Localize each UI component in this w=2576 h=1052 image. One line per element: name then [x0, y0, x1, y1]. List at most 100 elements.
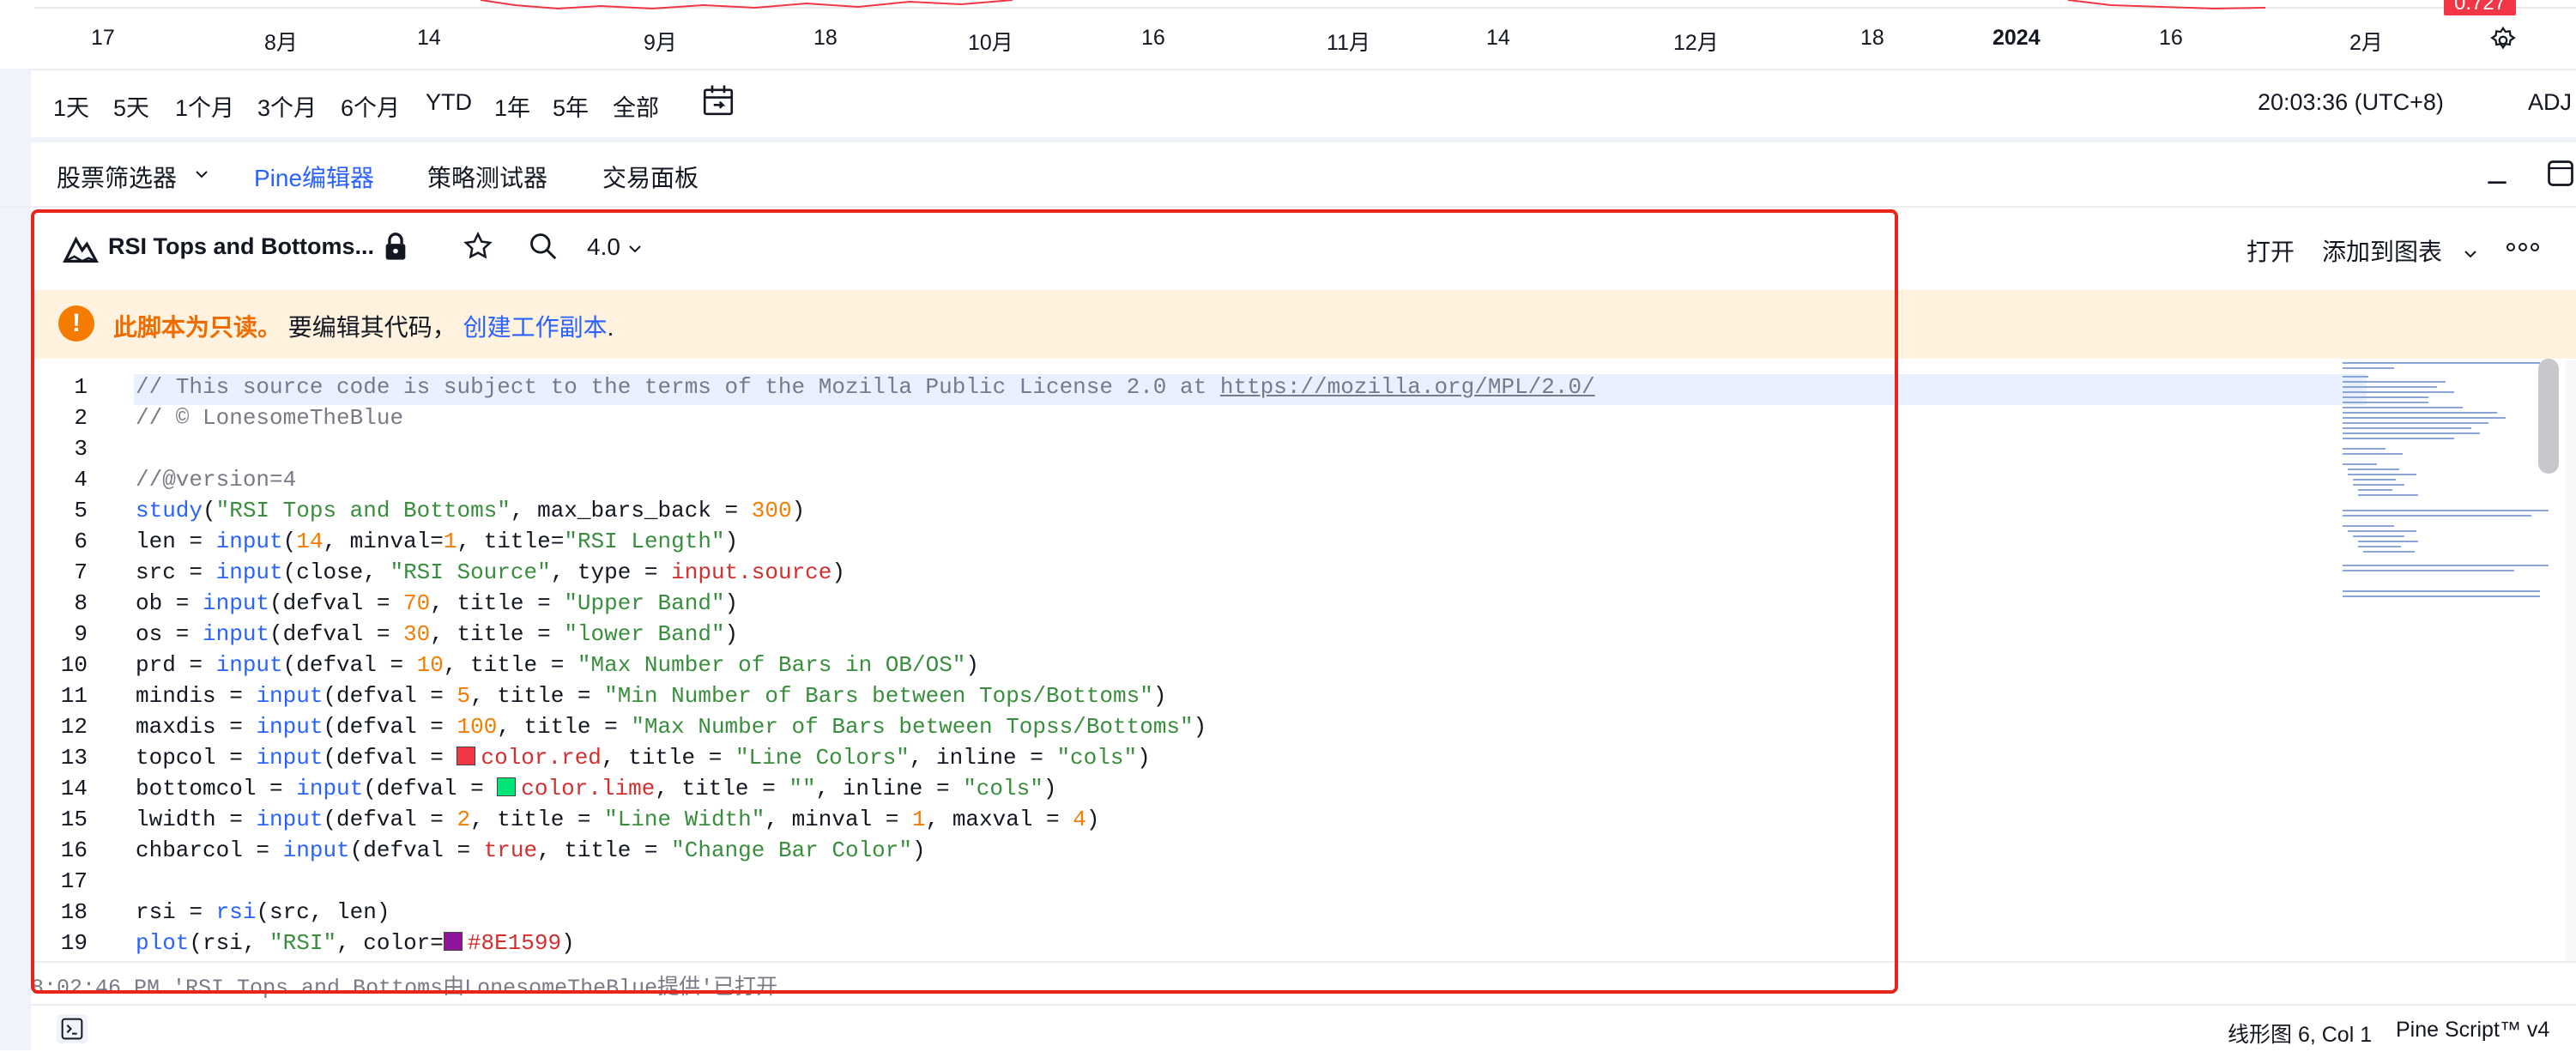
code-line: maxdis = input(defval = 100, title = "Ma… — [136, 714, 1207, 740]
minimize-icon[interactable] — [2483, 160, 2511, 187]
time-tick: 17 — [91, 26, 115, 50]
tab-strategy-tester[interactable]: 策略测试器 — [427, 160, 547, 194]
code-line: rsi = rsi(src, len) — [136, 899, 390, 925]
range-1d-button[interactable]: 1天 — [53, 89, 89, 123]
time-tick: 2月 — [2349, 31, 2383, 55]
code-editor[interactable]: 1 2 3 4 5 6 7 8 9 10 11 12 13 14 15 16 1… — [31, 359, 2576, 961]
code-line: // This source code is subject to the te… — [136, 374, 1595, 400]
time-tick: 18 — [1860, 26, 1884, 50]
line-number: 6 — [74, 529, 88, 554]
cursor-position[interactable]: 线形图 6, Col 1 — [2228, 1018, 2372, 1049]
line-number: 7 — [74, 559, 88, 585]
line-number: 16 — [60, 837, 88, 863]
line-number: 3 — [74, 436, 88, 462]
line-number: 4 — [74, 467, 88, 493]
search-icon[interactable] — [527, 230, 559, 263]
create-copy-link[interactable]: 创建工作副本 — [463, 314, 608, 341]
readonly-warning-banner: ! 此脚本为只读。 要编辑其代码， 创建工作副本. — [31, 290, 2576, 359]
line-number: 13 — [60, 745, 88, 771]
star-icon[interactable] — [462, 230, 494, 263]
editor-header: RSI Tops and Bottoms... 4.0 打开 添加到图表 — [31, 208, 2576, 290]
code-line: os = input(defval = 30, title = "lower B… — [136, 621, 739, 647]
open-button[interactable]: 打开 — [2246, 233, 2295, 268]
price-badge: 0.727 — [2444, 0, 2516, 15]
left-gutter — [0, 69, 31, 1050]
warning-text: 此脚本为只读。 要编辑其代码， 创建工作副本. — [113, 309, 614, 343]
scroll-track — [2566, 360, 2576, 961]
time-tick: 2024 — [1992, 26, 2041, 50]
code-line: chbarcol = input(defval = true, title = … — [136, 837, 926, 863]
time-tick: 10月 — [968, 31, 1013, 55]
code-line: prd = input(defval = 10, title = "Max Nu… — [136, 652, 980, 678]
code-line: study("RSI Tops and Bottoms", max_bars_b… — [136, 498, 806, 523]
code-line: //@version=4 — [136, 467, 297, 493]
range-1y-button[interactable]: 1年 — [494, 89, 530, 123]
range-3m-button[interactable]: 3个月 — [257, 89, 317, 123]
time-tick: 16 — [1141, 26, 1165, 50]
terminal-icon — [61, 1018, 83, 1040]
version-label: 4.0 — [587, 233, 620, 260]
version-dropdown[interactable]: 4.0 — [587, 233, 643, 261]
line-number: 1 — [74, 374, 88, 400]
readonly-notice: 此脚本为只读。 — [113, 314, 282, 341]
vertical-scrollbar[interactable] — [2538, 359, 2559, 474]
code-line: src = input(close, "RSI Source", type = … — [136, 559, 845, 585]
range-1m-button[interactable]: 1个月 — [175, 89, 234, 123]
maximize-icon[interactable] — [2545, 158, 2576, 189]
gear-icon[interactable] — [2488, 26, 2518, 55]
console-toggle[interactable] — [57, 1014, 88, 1043]
tab-pine-editor[interactable]: Pine编辑器 — [254, 160, 374, 194]
code-line: len = input(14, minval=1, title="RSI Len… — [136, 529, 739, 554]
code-line: // © LonesomeTheBlue — [136, 405, 404, 431]
line-number: 11 — [60, 683, 88, 709]
tab-trading-panel[interactable]: 交易面板 — [602, 160, 698, 194]
time-tick: 8月 — [264, 31, 298, 55]
code-minimap[interactable] — [2339, 359, 2571, 642]
line-number: 17 — [60, 868, 88, 894]
time-tick: 11月 — [1327, 31, 1370, 55]
line-number: 15 — [60, 807, 88, 832]
line-number: 5 — [74, 498, 88, 523]
line-number: 18 — [60, 899, 88, 925]
language-version[interactable]: Pine Script™ v4 — [2396, 1018, 2549, 1043]
edit-prompt: 要编辑其代码， — [287, 314, 457, 341]
time-tick: 12月 — [1673, 31, 1719, 55]
warning-icon: ! — [58, 305, 94, 342]
adj-toggle[interactable]: ADJ — [2528, 89, 2572, 116]
range-6m-button[interactable]: 6个月 — [341, 89, 400, 123]
license-link[interactable]: https://mozilla.org/MPL/2.0/ — [1220, 374, 1595, 400]
line-number: 10 — [60, 652, 88, 678]
lock-icon — [385, 233, 406, 260]
line-number: 2 — [74, 405, 88, 431]
pine-logo-icon — [63, 236, 99, 263]
bottom-panel-tabs: 股票筛选器 Pine编辑器 策略测试器 交易面板 — [31, 142, 2576, 206]
code-line: lwidth = input(defval = 2, title = "Line… — [136, 807, 1100, 832]
range-toolbar: 1天 5天 1个月 3个月 6个月 YTD 1年 5年 全部 20:03:36 … — [31, 69, 2576, 139]
console-message: 8:02:46 PM 'RSI Tops and Bottoms由Lonesom… — [31, 976, 778, 1001]
calendar-goto-icon[interactable] — [700, 82, 736, 118]
chevron-down-icon[interactable] — [194, 168, 209, 180]
add-to-chart-button[interactable]: 添加到图表 — [2322, 233, 2478, 268]
script-title[interactable]: RSI Tops and Bottoms... — [108, 233, 374, 260]
chevron-down-icon — [2464, 251, 2476, 258]
line-number: 14 — [60, 776, 88, 801]
code-line: mindis = input(defval = 5, title = "Min … — [136, 683, 1167, 709]
warning-period: . — [607, 314, 614, 341]
code-comment: // This source code is subject to the te… — [136, 374, 1220, 400]
line-number: 9 — [74, 621, 88, 647]
range-5d-button[interactable]: 5天 — [113, 89, 149, 123]
more-icon[interactable] — [2506, 242, 2540, 252]
code-line: bottomcol = input(defval = color.lime, t… — [136, 776, 1057, 801]
price-sparkline — [480, 0, 2266, 10]
range-ytd-button[interactable]: YTD — [426, 89, 472, 116]
range-5y-button[interactable]: 5年 — [553, 89, 589, 123]
time-axis: 17 8月 14 9月 18 10月 16 11月 14 12月 18 2024… — [0, 0, 2576, 67]
tab-screener[interactable]: 股票筛选器 — [57, 160, 177, 194]
time-tick: 14 — [417, 26, 441, 50]
clock-timezone[interactable]: 20:03:36 (UTC+8) — [2258, 89, 2444, 116]
time-tick: 9月 — [644, 31, 677, 55]
time-tick: 14 — [1486, 26, 1510, 50]
line-number: 12 — [60, 714, 88, 740]
time-tick: 16 — [2159, 26, 2183, 50]
range-all-button[interactable]: 全部 — [613, 89, 659, 123]
